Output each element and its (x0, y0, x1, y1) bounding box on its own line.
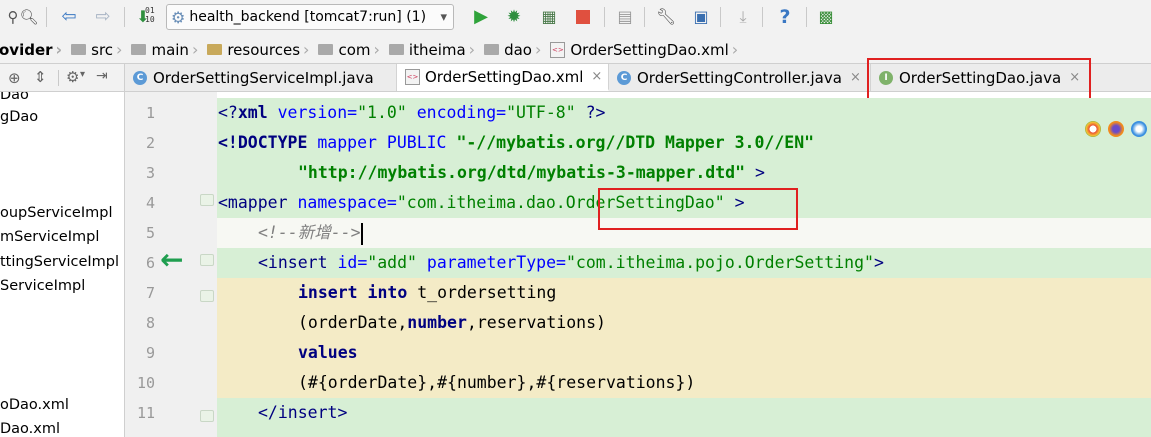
attach-icon[interactable]: ▤ (614, 6, 636, 28)
line-number: 2 (145, 134, 155, 152)
code-line-10[interactable]: (#{orderDate},#{number},#{reservations}) (298, 368, 695, 398)
run-icon[interactable]: ▶ (470, 6, 492, 28)
code-line-8[interactable]: (orderDate,number,reservations) (298, 308, 606, 338)
breadcrumb-item-dao[interactable]: dao › (484, 36, 550, 63)
debug-icon[interactable]: ✹ (503, 6, 525, 28)
safari-icon[interactable] (1131, 121, 1147, 137)
folder-icon (131, 44, 147, 55)
run-config-icon: ⚙ (171, 7, 186, 27)
arrow-left-icon: ← (160, 243, 184, 276)
tree-item[interactable]: ttingServiceImpl (0, 254, 119, 270)
line-number: 1 (145, 104, 155, 122)
toolbar-separator (720, 7, 721, 27)
project-tree: Dao gDao oupServiceImpl mServiceImpl tti… (0, 92, 125, 437)
tree-item[interactable]: Dao.xml (0, 421, 60, 437)
breadcrumb-item-com[interactable]: com › (318, 36, 388, 63)
fold-marker[interactable] (200, 290, 214, 302)
chrome-icon[interactable] (1085, 121, 1101, 137)
green-highlight-band (217, 398, 1151, 437)
run-config-dropdown[interactable]: ⚙ health_backend [tomcat7:run] (1) ▾ (166, 4, 454, 30)
toolbar-separator (58, 70, 59, 86)
tree-item[interactable]: oDao.xml (0, 397, 69, 413)
class-icon: C (617, 70, 631, 85)
tree-item[interactable]: mServiceImpl (0, 229, 99, 245)
close-icon[interactable]: × (591, 69, 602, 84)
locate-icon[interactable]: ⊕ (8, 69, 21, 87)
gear-icon[interactable]: ⚙ (66, 68, 79, 86)
chevron-down-icon: ▾ (440, 9, 447, 25)
toolbar-separator (604, 7, 605, 27)
line-number: 9 (145, 344, 155, 362)
xml-file-icon: <> (405, 68, 420, 85)
code-line-3[interactable]: "http://mybatis.org/dtd/mybatis-3-mapper… (298, 158, 765, 188)
toolbar-separator (644, 7, 645, 27)
code-line-7[interactable]: insert into t_ordersetting (298, 278, 556, 308)
line-number: 7 (145, 284, 155, 302)
highlight-box-namespace (598, 188, 798, 230)
collapse-icon[interactable]: ⇕ (34, 68, 47, 86)
toolbar-separator (806, 7, 807, 27)
close-icon[interactable]: × (850, 70, 861, 85)
breadcrumb-item-file[interactable]: <> OrderSettingDao.xml › (550, 36, 747, 63)
forward-icon[interactable]: ⇨ (92, 6, 114, 28)
download-icon[interactable]: ⤓ (732, 6, 754, 28)
breadcrumb-item-main[interactable]: main › (131, 36, 207, 63)
xml-file-icon: <> (550, 41, 566, 58)
fold-marker[interactable] (200, 410, 214, 422)
breadcrumb-item-module[interactable]: ovider › (0, 36, 71, 63)
plugin-icon[interactable]: ▩ (815, 6, 837, 28)
highlight-box-tab (867, 58, 1091, 100)
tab-ordersettingcontroller[interactable]: C OrderSettingController.java × (609, 64, 871, 91)
toolbar-separator (124, 7, 125, 27)
code-line-1[interactable]: <?xml version="1.0" encoding="UTF-8" ?> (218, 98, 605, 128)
tab-ordersettingserviceimpl[interactable]: C OrderSettingServiceImpl.java (125, 64, 397, 91)
settings-icon[interactable]: 🔧︎ (655, 6, 677, 28)
folder-icon (484, 44, 500, 55)
line-number: 6 (145, 254, 155, 272)
fold-marker[interactable] (200, 254, 214, 266)
code-line-6[interactable]: <insert id="add" parameterType="com.ithe… (258, 248, 884, 278)
breadcrumb-item-src[interactable]: src › (71, 36, 131, 63)
toolbar-separator (762, 7, 763, 27)
folder-icon (388, 44, 404, 55)
tab-ordersettingdao-xml[interactable]: <> OrderSettingDao.xml × (397, 64, 609, 91)
tree-item[interactable]: gDao (0, 109, 38, 125)
line-number: 4 (145, 194, 155, 212)
class-icon: C (133, 70, 147, 85)
run-config-label: health_backend [tomcat7:run] (1) (189, 9, 427, 25)
resources-folder-icon (207, 44, 223, 55)
code-line-5[interactable]: <!--新增--> (258, 218, 363, 248)
hide-panel-icon[interactable]: ⇥ (96, 68, 108, 84)
tree-item[interactable]: oupServiceImpl (0, 205, 113, 221)
breadcrumb-item-resources[interactable]: resources › (207, 36, 318, 63)
chevron-down-icon[interactable]: ▾ (80, 69, 85, 80)
toolbar-separator (46, 7, 47, 27)
folder-icon (71, 44, 87, 55)
line-number: 11 (136, 404, 155, 422)
line-number: 5 (145, 224, 155, 242)
build-counter: 01 10 (145, 6, 155, 24)
line-number: 8 (145, 314, 155, 332)
tree-item[interactable]: ServiceImpl (0, 278, 85, 294)
project-toolbar: ⊕ ⇕ ⚙ ▾ ⇥ (0, 64, 125, 92)
help-icon[interactable]: ? (774, 6, 796, 28)
main-toolbar: ⚲ 🔍︎ ⇦ ⇨ ⬇ 01 10 ⚙ health_backend [tomca… (0, 0, 1151, 37)
project-structure-icon[interactable]: ▣ (690, 6, 712, 28)
line-number: 10 (136, 374, 155, 392)
code-line-9[interactable]: values (298, 338, 358, 368)
coverage-icon[interactable]: ▦ (538, 6, 560, 28)
code-line-11[interactable]: </insert> (258, 398, 347, 428)
fold-marker[interactable] (200, 194, 214, 206)
breadcrumb-item-itheima[interactable]: itheima › (388, 36, 484, 63)
code-line-2[interactable]: <!DOCTYPE mapper PUBLIC "-//mybatis.org/… (218, 128, 814, 158)
text-cursor (360, 222, 363, 245)
folder-icon (318, 44, 334, 55)
tree-item[interactable]: Dao (0, 92, 29, 103)
search-icon[interactable]: 🔍︎ (18, 6, 40, 28)
back-icon[interactable]: ⇦ (58, 6, 80, 28)
stop-icon[interactable] (572, 6, 594, 28)
firefox-icon[interactable] (1108, 121, 1124, 137)
line-number: 3 (145, 164, 155, 182)
